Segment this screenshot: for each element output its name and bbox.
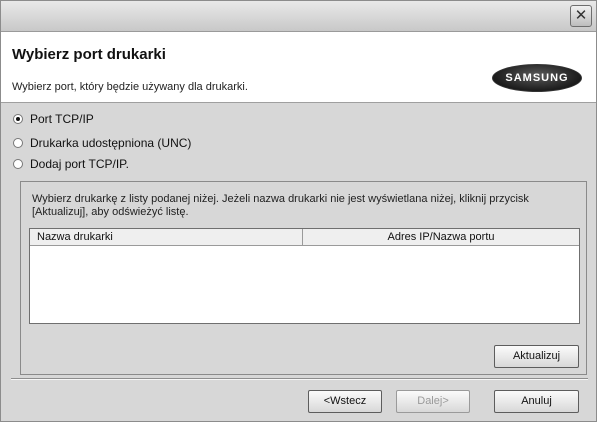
footer-divider: [11, 378, 588, 380]
option-port-tcpip[interactable]: Port TCP/IP: [13, 111, 94, 127]
option-label: Dodaj port TCP/IP.: [30, 157, 129, 171]
page-title: Wybierz port drukarki: [12, 46, 166, 63]
close-button[interactable]: ✕: [570, 5, 592, 27]
instruction-text: Wybierz drukarkę z listy podanej niżej. …: [32, 193, 529, 218]
back-button[interactable]: <Wstecz: [308, 390, 382, 413]
option-add-tcpip[interactable]: Dodaj port TCP/IP.: [13, 156, 129, 172]
page-subtitle: Wybierz port, który będzie używany dla d…: [12, 81, 248, 93]
column-header-ip-port[interactable]: Adres IP/Nazwa portu: [303, 229, 579, 245]
column-header-printer-name[interactable]: Nazwa drukarki: [30, 229, 303, 245]
radio-icon[interactable]: [13, 114, 23, 124]
cancel-button[interactable]: Anuluj: [494, 390, 579, 413]
option-label: Drukarka udostępniona (UNC): [30, 136, 192, 150]
radio-icon[interactable]: [13, 159, 23, 169]
option-label: Port TCP/IP: [30, 112, 94, 126]
setup-dialog: ✕ Wybierz port drukarki Wybierz port, kt…: [0, 0, 597, 422]
radio-icon[interactable]: [13, 138, 23, 148]
printer-list-panel: Wybierz drukarkę z listy podanej niżej. …: [20, 181, 587, 375]
refresh-button[interactable]: Aktualizuj: [494, 345, 579, 368]
header-banner: Wybierz port drukarki Wybierz port, któr…: [1, 32, 596, 103]
printer-list[interactable]: Nazwa drukarki Adres IP/Nazwa portu: [29, 228, 580, 324]
close-icon: ✕: [574, 7, 588, 24]
logo-text: SAMSUNG: [505, 72, 569, 84]
next-button[interactable]: Dalej>: [396, 390, 470, 413]
samsung-logo: SAMSUNG: [492, 64, 582, 92]
list-header: Nazwa drukarki Adres IP/Nazwa portu: [30, 229, 579, 246]
option-shared-unc[interactable]: Drukarka udostępniona (UNC): [13, 135, 191, 151]
title-bar: ✕: [1, 1, 596, 32]
